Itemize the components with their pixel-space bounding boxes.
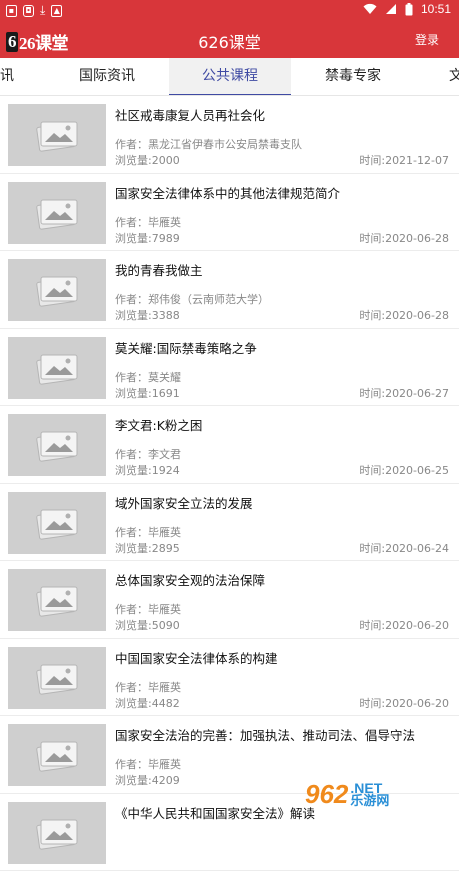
article-author: 作者：毕雁英 — [115, 601, 181, 617]
watermark-text: .NET 乐游网 — [350, 781, 389, 808]
app-title: 626课堂 — [0, 29, 459, 53]
notification-icon: ▪ — [6, 5, 17, 17]
article-author: 作者：毕雁英 — [115, 756, 181, 772]
article-row[interactable]: 社区戒毒康复人员再社会化作者：黑龙江省伊春市公安局禁毒支队浏览量:2000 时间:… — [0, 96, 459, 174]
article-title: 我的青春我做主 — [115, 260, 451, 279]
article-views: 浏览量:5090 — [115, 617, 180, 633]
image-placeholder-icon — [8, 647, 106, 709]
article-time: 时间:2020-06-27 — [359, 385, 449, 401]
image-placeholder-icon — [8, 569, 106, 631]
tab-public-courses[interactable]: 公共课程 — [169, 58, 291, 96]
article-row[interactable]: 中国国家安全法律体系的构建作者：毕雁英浏览量:4482 时间:2020-06-20 — [0, 639, 459, 717]
article-views: 浏览量:4209 — [115, 772, 180, 788]
article-row[interactable]: 莫关耀:国际禁毒策略之争作者：莫关耀浏览量:1691 时间:2020-06-27 — [0, 329, 459, 407]
tab-culture-partial[interactable]: 文 — [446, 58, 459, 96]
article-title: 总体国家安全观的法治保障 — [115, 570, 451, 589]
battery-icon — [405, 3, 413, 16]
image-placeholder-icon — [8, 802, 106, 864]
article-title: 社区戒毒康复人员再社会化 — [115, 105, 451, 124]
article-title: 莫关耀:国际禁毒策略之争 — [115, 338, 451, 357]
article-views: 浏览量:7989 — [115, 230, 180, 246]
image-placeholder-icon — [8, 182, 106, 244]
article-time: 时间:2020-06-20 — [359, 617, 449, 633]
article-time: 时间:2020-06-20 — [359, 695, 449, 711]
status-right: 10:51 — [363, 2, 451, 16]
article-time: 时间:2020-06-28 — [359, 307, 449, 323]
article-author: 作者：黑龙江省伊春市公安局禁毒支队 — [115, 136, 302, 152]
watermark-logo: 962 — [305, 779, 348, 810]
article-author: 作者：毕雁英 — [115, 214, 181, 230]
tab-news-partial[interactable]: 讯 — [0, 58, 16, 96]
article-title: 中国国家安全法律体系的构建 — [115, 648, 451, 667]
article-time: 时间:2020-06-24 — [359, 540, 449, 556]
article-title: 李文君:K粉之困 — [115, 415, 451, 434]
article-title: 域外国家安全立法的发展 — [115, 493, 451, 512]
image-placeholder-icon — [8, 414, 106, 476]
status-left-icons: ▪ ◘ ⤓ ▲ — [6, 3, 62, 18]
image-placeholder-icon — [8, 259, 106, 321]
article-author: 作者：李文君 — [115, 446, 181, 462]
article-views: 浏览量:1691 — [115, 385, 180, 401]
app-bar: 6 26课堂 626课堂 登录 — [0, 20, 459, 58]
image-icon: ▲ — [51, 5, 62, 17]
site-watermark: 962 .NET 乐游网 — [305, 776, 455, 812]
image-placeholder-icon — [8, 337, 106, 399]
watermark-net: .NET — [350, 781, 389, 795]
article-row[interactable]: 我的青春我做主作者：郑伟俊（云南师范大学）浏览量:3388 时间:2020-06-… — [0, 251, 459, 329]
article-list: 社区戒毒康复人员再社会化作者：黑龙江省伊春市公安局禁毒支队浏览量:2000 时间:… — [0, 96, 459, 871]
article-time: 时间:2020-06-25 — [359, 462, 449, 478]
article-views: 浏览量:4482 — [115, 695, 180, 711]
app-icon: ◘ — [23, 5, 34, 17]
article-title: 国家安全法治的完善：加强执法、推动司法、倡导守法 — [115, 725, 451, 744]
signal-icon — [385, 3, 397, 15]
article-author: 作者：毕雁英 — [115, 679, 181, 695]
watermark-cn: 乐游网 — [350, 795, 389, 808]
article-author: 作者：莫关耀 — [115, 369, 181, 385]
article-row[interactable]: 李文君:K粉之困作者：李文君浏览量:1924 时间:2020-06-25 — [0, 406, 459, 484]
article-time: 时间:2021-12-07 — [359, 152, 449, 168]
download-icon: ⤓ — [40, 3, 45, 18]
article-author: 作者：毕雁英 — [115, 524, 181, 540]
article-views: 浏览量:3388 — [115, 307, 180, 323]
article-row[interactable]: 国家安全法律体系中的其他法律规范简介作者：毕雁英浏览量:7989 时间:2020-… — [0, 174, 459, 252]
status-time: 10:51 — [421, 2, 451, 16]
wifi-icon — [363, 3, 377, 15]
article-time: 时间:2020-06-28 — [359, 230, 449, 246]
status-bar: ▪ ◘ ⤓ ▲ 10:51 — [0, 0, 459, 20]
image-placeholder-icon — [8, 492, 106, 554]
article-views: 浏览量:2000 — [115, 152, 180, 168]
article-row[interactable]: 域外国家安全立法的发展作者：毕雁英浏览量:2895 时间:2020-06-24 — [0, 484, 459, 562]
tab-international-news[interactable]: 国际资讯 — [48, 58, 166, 96]
article-views: 浏览量:2895 — [115, 540, 180, 556]
image-placeholder-icon — [8, 724, 106, 786]
tab-drug-experts[interactable]: 禁毒专家 — [294, 58, 412, 96]
article-row[interactable]: 总体国家安全观的法治保障作者：毕雁英浏览量:5090 时间:2020-06-20 — [0, 561, 459, 639]
category-tabs: 讯 国际资讯 公共课程 禁毒专家 文 — [0, 58, 459, 96]
article-title: 国家安全法律体系中的其他法律规范简介 — [115, 183, 451, 202]
login-button[interactable]: 登录 — [415, 31, 439, 48]
image-placeholder-icon — [8, 104, 106, 166]
article-author: 作者：郑伟俊（云南师范大学） — [115, 291, 269, 307]
article-views: 浏览量:1924 — [115, 462, 180, 478]
